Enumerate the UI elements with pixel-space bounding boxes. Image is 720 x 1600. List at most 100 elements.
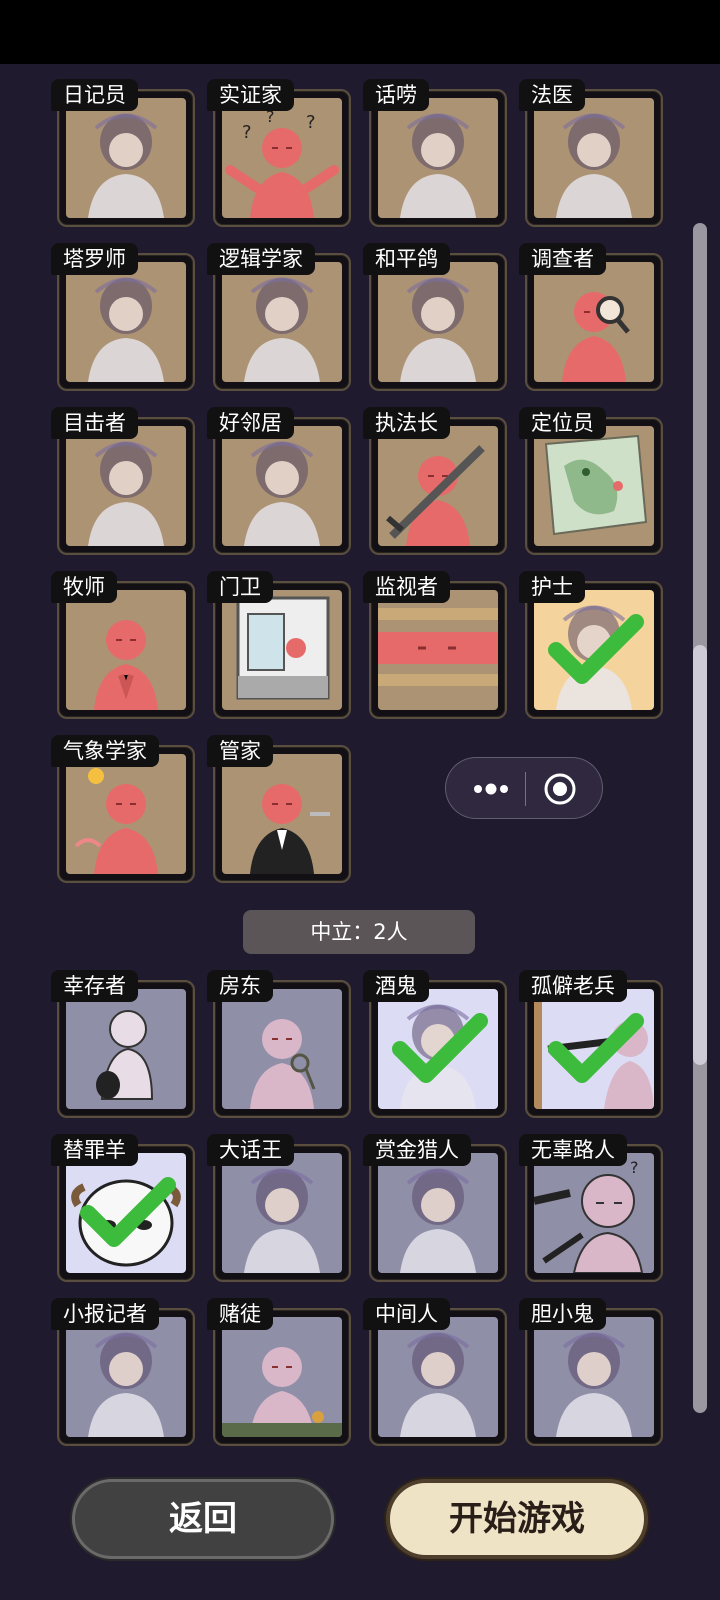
role-card[interactable]: 牧师 — [51, 571, 195, 719]
role-card[interactable]: 调查者 — [519, 243, 663, 391]
back-button[interactable]: 返回 — [72, 1479, 334, 1559]
role-label: 执法长 — [363, 407, 450, 439]
role-label: 幸存者 — [51, 970, 138, 1002]
role-art — [534, 98, 654, 218]
role-art — [534, 426, 654, 546]
role-art — [66, 1317, 186, 1437]
role-card[interactable]: 日记员 — [51, 79, 195, 227]
role-art: ??? — [222, 98, 342, 218]
capsule-divider — [525, 772, 526, 806]
role-label: 调查者 — [519, 243, 606, 275]
role-label: 孤僻老兵 — [519, 970, 627, 1002]
role-art — [222, 1153, 342, 1273]
role-card[interactable]: ??? 实证家 — [207, 79, 351, 227]
role-art — [66, 262, 186, 382]
role-label: 护士 — [519, 571, 585, 603]
role-label: 房东 — [207, 970, 273, 1002]
role-art — [66, 590, 186, 710]
role-label: 法医 — [519, 79, 585, 111]
role-card[interactable]: 替罪羊 — [51, 1134, 195, 1282]
status-bar — [0, 0, 720, 64]
role-card[interactable]: 气象学家 — [51, 735, 195, 883]
role-art — [66, 1153, 186, 1273]
svg-text:?: ? — [630, 1158, 639, 1177]
role-card[interactable]: 小报记者 — [51, 1298, 195, 1446]
role-card[interactable]: 房东 — [207, 970, 351, 1118]
role-art — [378, 262, 498, 382]
role-art — [378, 590, 498, 710]
role-card[interactable]: 执法长 — [363, 407, 507, 555]
role-card[interactable]: 中间人 — [363, 1298, 507, 1446]
role-label: 大话王 — [207, 1134, 294, 1166]
role-card[interactable]: 好邻居 — [207, 407, 351, 555]
role-card[interactable]: 话唠 — [363, 79, 507, 227]
close-target-icon[interactable] — [543, 772, 577, 806]
role-card[interactable]: 塔罗师 — [51, 243, 195, 391]
svg-text:?: ? — [306, 112, 316, 133]
role-card[interactable]: 酒鬼 — [363, 970, 507, 1118]
role-label: 逻辑学家 — [207, 243, 315, 275]
role-art — [378, 426, 498, 546]
mini-program-capsule — [445, 757, 603, 819]
role-label: 气象学家 — [51, 735, 159, 767]
role-card[interactable]: 孤僻老兵 — [519, 970, 663, 1118]
role-art — [222, 590, 342, 710]
role-art — [534, 590, 654, 710]
selected-check-icon — [548, 1013, 644, 1083]
role-label: 监视者 — [363, 571, 450, 603]
role-card[interactable]: 门卫 — [207, 571, 351, 719]
start-game-button[interactable]: 开始游戏 — [386, 1479, 648, 1559]
role-label: 和平鸽 — [363, 243, 450, 275]
role-card[interactable]: 护士 — [519, 571, 663, 719]
role-label: 实证家 — [207, 79, 294, 111]
role-label: 定位员 — [519, 407, 606, 439]
role-art — [66, 426, 186, 546]
role-card[interactable]: 赌徒 — [207, 1298, 351, 1446]
selected-check-icon — [392, 1013, 488, 1083]
role-label: 小报记者 — [51, 1298, 159, 1330]
role-art — [378, 98, 498, 218]
role-card[interactable]: 幸存者 — [51, 970, 195, 1118]
role-card[interactable]: ? 无辜路人 — [519, 1134, 663, 1282]
role-label: 塔罗师 — [51, 243, 138, 275]
role-art — [66, 98, 186, 218]
role-art — [222, 262, 342, 382]
role-art — [534, 1317, 654, 1437]
role-card[interactable]: 管家 — [207, 735, 351, 883]
role-label: 管家 — [207, 735, 273, 767]
role-card[interactable]: 目击者 — [51, 407, 195, 555]
role-card[interactable]: 胆小鬼 — [519, 1298, 663, 1446]
role-label: 无辜路人 — [519, 1134, 627, 1166]
role-card[interactable]: 赏金猎人 — [363, 1134, 507, 1282]
role-art — [534, 989, 654, 1109]
role-card[interactable]: 定位员 — [519, 407, 663, 555]
role-art — [534, 262, 654, 382]
role-art — [378, 1317, 498, 1437]
selected-check-icon — [80, 1177, 176, 1247]
role-card[interactable]: 和平鸽 — [363, 243, 507, 391]
role-art — [222, 989, 342, 1109]
role-art — [378, 1153, 498, 1273]
role-art — [378, 989, 498, 1109]
role-art — [222, 1317, 342, 1437]
role-card[interactable]: 法医 — [519, 79, 663, 227]
role-label: 酒鬼 — [363, 970, 429, 1002]
role-card[interactable]: 监视者 — [363, 571, 507, 719]
more-options-icon[interactable] — [468, 776, 514, 802]
role-art — [66, 989, 186, 1109]
svg-text:?: ? — [242, 122, 252, 143]
role-label: 赏金猎人 — [363, 1134, 471, 1166]
role-label: 胆小鬼 — [519, 1298, 606, 1330]
role-label: 日记员 — [51, 79, 138, 111]
role-label: 替罪羊 — [51, 1134, 138, 1166]
role-card[interactable]: 大话王 — [207, 1134, 351, 1282]
role-label: 目击者 — [51, 407, 138, 439]
role-art — [66, 754, 186, 874]
role-label: 好邻居 — [207, 407, 294, 439]
role-card[interactable]: 逻辑学家 — [207, 243, 351, 391]
role-label: 门卫 — [207, 571, 273, 603]
role-label: 牧师 — [51, 571, 117, 603]
role-art — [222, 426, 342, 546]
scrollbar-thumb[interactable] — [693, 645, 707, 1065]
role-label: 赌徒 — [207, 1298, 273, 1330]
